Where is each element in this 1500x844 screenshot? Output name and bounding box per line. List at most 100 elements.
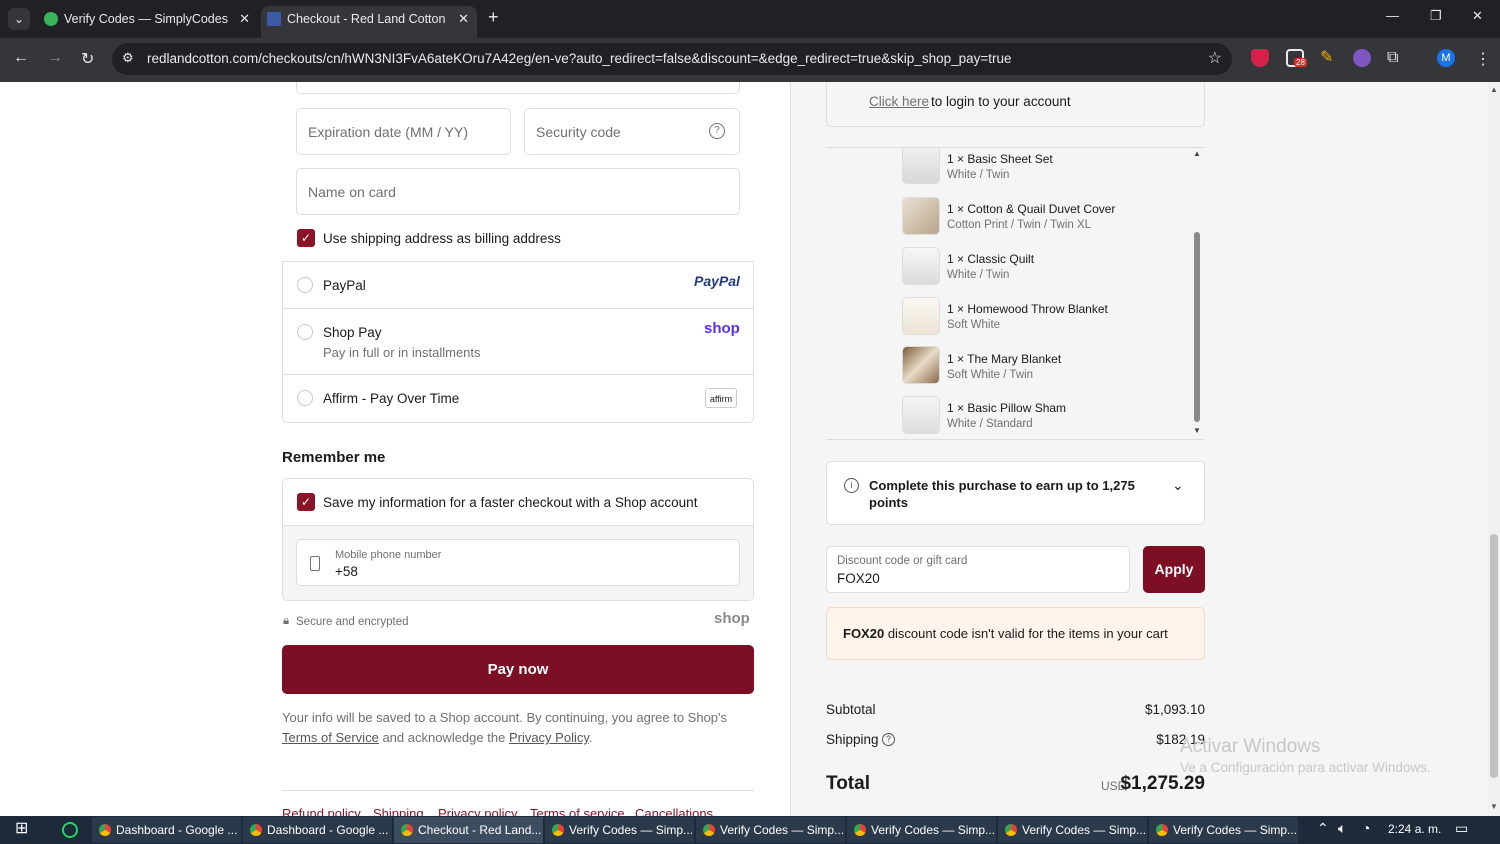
secure-text: Secure and encrypted xyxy=(296,616,409,628)
shop-pay-option[interactable] xyxy=(282,309,754,375)
taskbar-app[interactable]: Verify Codes — Simp... xyxy=(847,817,996,843)
chevron-down-icon[interactable]: ⌄ xyxy=(1172,477,1184,494)
shipping-link[interactable]: Shipping xyxy=(373,806,424,816)
page-scroll-thumb[interactable] xyxy=(1490,534,1498,778)
item-name: 1 × Homewood Throw Blanket xyxy=(947,302,1108,316)
item-name: 1 × Basic Pillow Sham xyxy=(947,401,1067,415)
item-name: 1 × Basic Sheet Set xyxy=(947,152,1053,166)
minimize-button[interactable]: — xyxy=(1386,8,1399,23)
scroll-down-arrow[interactable]: ▼ xyxy=(1193,426,1201,435)
privacy-policy-footer-link[interactable]: Privacy policy xyxy=(438,806,517,816)
expiration-placeholder: Expiration date (MM / YY) xyxy=(308,124,469,140)
extension-badge-icon[interactable]: 28 xyxy=(1286,49,1307,67)
shipping-help-icon[interactable]: ? xyxy=(882,733,895,746)
mobile-phone-input[interactable]: Mobile phone number +58 xyxy=(296,539,740,586)
taskbar-app-label: Verify Codes — Simp... xyxy=(1022,823,1147,837)
remember-me-heading: Remember me xyxy=(282,449,386,466)
chevron-up-icon[interactable]: ⌃ xyxy=(1317,820,1329,837)
forward-icon[interactable]: → xyxy=(47,49,63,67)
taskbar-app[interactable]: Dashboard - Google ... xyxy=(243,817,392,843)
bookmark-star-icon[interactable]: ☆ xyxy=(1208,48,1222,68)
phone-icon xyxy=(310,556,320,571)
close-tab-icon[interactable]: ✕ xyxy=(239,6,250,32)
purple-extension-icon[interactable] xyxy=(1353,49,1371,67)
new-tab-button[interactable]: + xyxy=(488,7,499,28)
login-link[interactable]: Click here xyxy=(869,94,929,109)
taskbar-app[interactable]: Dashboard - Google ... xyxy=(92,817,241,843)
pen-extension-icon[interactable]: ✎ xyxy=(1320,49,1338,67)
reload-icon[interactable]: ↻ xyxy=(81,49,94,69)
network-icon[interactable]: ◔ xyxy=(1362,820,1370,836)
shop-pay-label: Shop Pay xyxy=(323,325,382,340)
taskbar-app-label: Checkout - Red Land... xyxy=(418,823,542,837)
taskbar-app[interactable]: Verify Codes — Simp... xyxy=(696,817,845,843)
card-number-field[interactable] xyxy=(296,82,740,94)
taskbar-app-label: Verify Codes — Simp... xyxy=(569,823,694,837)
flag-icon xyxy=(267,12,281,26)
page-scrollbar[interactable]: ▲ ▼ xyxy=(1488,82,1500,816)
item-image xyxy=(902,346,940,384)
pay-now-button[interactable]: Pay now xyxy=(282,645,754,694)
use-shipping-checkbox[interactable]: ✓ xyxy=(297,229,315,247)
discount-code-input[interactable]: Discount code or gift card FOX20 xyxy=(826,546,1130,593)
taskbar-app[interactable]: Verify Codes — Simp... xyxy=(1149,817,1298,843)
task-view-icon[interactable]: ⊞ xyxy=(15,818,28,838)
privacy-policy-link[interactable]: Privacy Policy xyxy=(509,730,589,745)
tab-checkout[interactable]: Checkout - Red Land Cotton ✕ xyxy=(261,6,477,38)
close-tab-icon[interactable]: ✕ xyxy=(458,6,469,32)
tab-search-button[interactable]: ⌄ xyxy=(8,8,30,30)
item-variant: White / Twin xyxy=(947,269,1010,281)
chrome-icon xyxy=(401,824,413,836)
clock[interactable]: 2:24 a. m. xyxy=(1388,822,1441,836)
terms-of-service-link[interactable]: Terms of Service xyxy=(282,730,379,745)
expiration-date-input[interactable]: Expiration date (MM / YY) xyxy=(296,108,511,155)
scroll-up-arrow[interactable]: ▲ xyxy=(1193,149,1201,158)
help-icon[interactable]: ? xyxy=(709,123,725,139)
terms-of-service-footer-link[interactable]: Terms of service xyxy=(530,806,625,816)
cancellations-link[interactable]: Cancellations xyxy=(635,806,713,816)
activate-windows-subtitle: Ve a Configuración para activar Windows. xyxy=(1180,760,1431,775)
shop-pay-radio[interactable] xyxy=(297,324,313,340)
scroll-down-arrow[interactable]: ▼ xyxy=(1490,802,1498,811)
item-name: 1 × Cotton & Quail Duvet Cover xyxy=(947,202,1116,216)
notifications-icon[interactable]: ▭ xyxy=(1455,820,1468,837)
phone-label: Mobile phone number xyxy=(335,549,442,561)
restore-button[interactable]: ❐ xyxy=(1430,8,1442,24)
items-scrollbar[interactable]: ▲ ▼ xyxy=(1193,149,1201,435)
back-icon[interactable]: ← xyxy=(13,49,29,67)
tab-verify-codes[interactable]: Verify Codes — SimplyCodes ✕ xyxy=(38,6,258,38)
menu-dots-icon[interactable]: ⋮ xyxy=(1475,49,1491,69)
taskbar-app-label: Verify Codes — Simp... xyxy=(871,823,996,837)
tab-bar: ⌄ Verify Codes — SimplyCodes ✕ Checkout … xyxy=(0,0,1500,38)
paypal-logo: PayPal xyxy=(694,273,740,289)
url-text[interactable]: redlandcotton.com/checkouts/cn/hWN3NI3Fv… xyxy=(147,51,1012,66)
name-placeholder: Name on card xyxy=(308,184,396,200)
discount-label: Discount code or gift card xyxy=(837,555,968,567)
total-label: Total xyxy=(826,773,870,794)
extensions-puzzle-icon[interactable]: ⧉ xyxy=(1387,49,1405,67)
footer-divider xyxy=(282,790,754,791)
discount-value: FOX20 xyxy=(837,571,880,586)
taskbar-app[interactable]: Verify Codes — Simp... xyxy=(545,817,694,843)
taskbar-app[interactable]: Checkout - Red Land... xyxy=(394,817,543,843)
taskbar-app[interactable]: Verify Codes — Simp... xyxy=(998,817,1147,843)
site-info-icon[interactable]: ⚙ xyxy=(122,50,134,66)
whatsapp-icon[interactable] xyxy=(62,822,78,838)
ublock-icon[interactable] xyxy=(1251,49,1269,67)
chrome-icon xyxy=(250,824,262,836)
scroll-up-arrow[interactable]: ▲ xyxy=(1490,85,1498,94)
refund-policy-link[interactable]: Refund policy xyxy=(282,806,361,816)
volume-icon[interactable]: 🔈︎ xyxy=(1338,820,1346,837)
name-on-card-input[interactable]: Name on card xyxy=(296,168,740,215)
shop-pay-logo: shop xyxy=(704,320,740,337)
address-bar[interactable]: ⚙ redlandcotton.com/checkouts/cn/hWN3NI3… xyxy=(112,43,1232,75)
profile-avatar[interactable]: M xyxy=(1437,49,1455,67)
items-scroll-thumb[interactable] xyxy=(1194,232,1200,422)
close-window-button[interactable]: ✕ xyxy=(1472,8,1483,24)
paypal-radio[interactable] xyxy=(297,277,313,293)
apply-button[interactable]: Apply xyxy=(1143,546,1205,593)
taskbar-app-label: Dashboard - Google ... xyxy=(267,823,389,837)
security-code-input[interactable]: Security code ? xyxy=(524,108,740,155)
save-info-checkbox[interactable]: ✓ xyxy=(297,493,315,511)
affirm-radio[interactable] xyxy=(297,390,313,406)
